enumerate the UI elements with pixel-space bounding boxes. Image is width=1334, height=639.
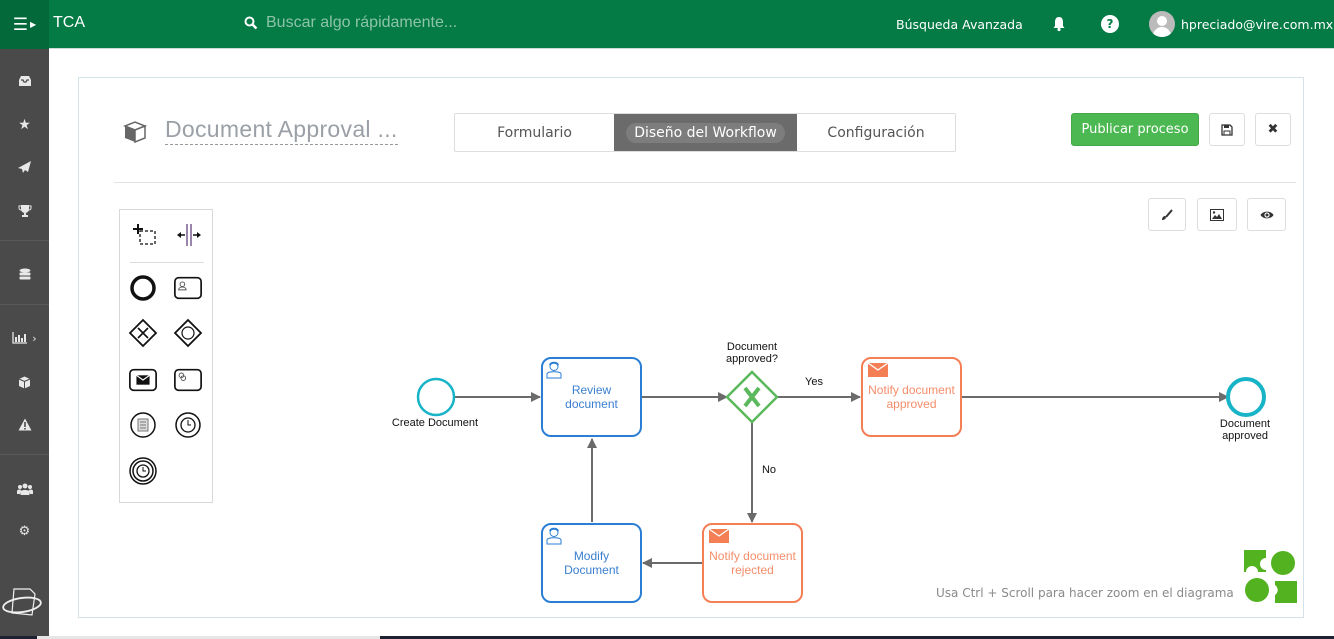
timer-event-icon [175, 412, 201, 438]
tab-configuracion[interactable]: Configuración [797, 114, 955, 151]
sidebar-item-users[interactable] [0, 474, 49, 504]
flow-no-label: No [761, 464, 777, 476]
database-icon [19, 268, 30, 280]
sidebar-item-alerts[interactable] [0, 409, 49, 439]
search-icon [244, 16, 258, 30]
sidebar-item-favorites[interactable]: ★ [0, 110, 49, 140]
sidebar-item-settings[interactable]: ⚙ [0, 516, 49, 546]
palette-user-task[interactable] [173, 273, 203, 303]
gear-icon: ⚙ [18, 523, 31, 539]
app-logo-icon [2, 588, 42, 616]
search-input[interactable] [266, 14, 566, 32]
process-tabs: Formulario Diseño del Workflow Configura… [454, 113, 956, 152]
sidebar: ★ › ⚙ [0, 49, 49, 639]
start-event[interactable] [416, 377, 456, 417]
top-bar: ☰▶ TCA Búsqueda Avanzada ? hpreciado@vir… [0, 0, 1334, 49]
avatar [1149, 11, 1175, 37]
palette-end-event[interactable] [128, 273, 158, 303]
flow-yes-label: Yes [805, 376, 823, 388]
end-event-label: Document approved [1219, 418, 1271, 442]
chevron-right-icon: › [32, 331, 37, 345]
save-icon [1221, 123, 1233, 136]
sidebar-item-achievements[interactable] [0, 196, 49, 226]
brush-button[interactable] [1148, 198, 1186, 231]
palette-conditional-event[interactable] [128, 410, 158, 440]
palette-service-task[interactable] [173, 365, 203, 395]
envelope-icon [868, 363, 888, 377]
conditional-event-icon [130, 412, 156, 438]
paper-plane-icon [17, 160, 31, 173]
space-tool-icon [177, 224, 201, 246]
end-event-icon [130, 275, 156, 301]
sidebar-item-reports[interactable]: › [0, 323, 49, 353]
palette-event-based-gateway[interactable] [173, 318, 203, 348]
tab-formulario[interactable]: Formulario [455, 114, 614, 151]
send-task-icon [129, 368, 157, 392]
brush-icon [1162, 208, 1173, 220]
process-title[interactable]: Document Approval ... [165, 116, 398, 145]
task-modify-document[interactable]: Modify Document [541, 523, 642, 603]
zoom-hint: Usa Ctrl + Scroll para hacer zoom en el … [936, 586, 1234, 600]
eye-icon [1260, 211, 1273, 218]
user-email: hpreciado@vire.com.mx [1181, 16, 1334, 32]
cube-icon [18, 376, 31, 388]
lasso-tool-icon [133, 224, 156, 245]
bar-chart-icon [12, 332, 28, 344]
cube-icon [123, 121, 147, 143]
palette-exclusive-gateway[interactable] [128, 318, 158, 348]
divider [114, 182, 1296, 183]
star-icon: ★ [18, 117, 31, 133]
caret-right-icon: ▶ [30, 20, 37, 29]
end-event[interactable] [1226, 377, 1266, 417]
palette-timer-boundary-event[interactable] [128, 456, 158, 486]
task-notify-approved[interactable]: Notify document approved [861, 357, 962, 437]
warning-icon [18, 418, 31, 430]
trophy-icon [18, 204, 31, 217]
workflow-editor-card [78, 77, 1304, 618]
preview-button[interactable] [1247, 198, 1286, 231]
task-review-document[interactable]: Review document [541, 357, 642, 437]
space-tool[interactable] [174, 220, 204, 250]
image-icon [1210, 208, 1224, 221]
palette-send-task[interactable] [128, 365, 158, 395]
user-task-icon [546, 361, 562, 379]
publish-process-button[interactable]: Publicar proceso [1071, 113, 1199, 146]
shape-palette [119, 209, 213, 503]
start-event-label: Create Document [391, 417, 479, 429]
sidebar-item-processes[interactable] [0, 367, 49, 397]
event-gateway-icon [173, 318, 203, 348]
task-notify-rejected[interactable]: Notify document rejected [702, 523, 803, 603]
user-task-icon [174, 276, 202, 300]
exclusive-gateway-icon [128, 318, 158, 348]
sidebar-item-inbox[interactable] [0, 66, 49, 96]
palette-timer-event[interactable] [173, 410, 203, 440]
user-task-icon [546, 527, 562, 545]
sidebar-item-database[interactable] [0, 260, 49, 290]
users-icon [16, 483, 33, 495]
envelope-icon [709, 529, 729, 543]
service-task-icon [174, 368, 202, 392]
gateway-label: Document approved? [726, 341, 778, 365]
lasso-tool[interactable] [129, 220, 159, 250]
export-image-button[interactable] [1197, 198, 1237, 231]
sidebar-item-sent[interactable] [0, 152, 49, 182]
brand-name: TCA [53, 14, 85, 31]
quick-search [244, 14, 566, 32]
advanced-search-link[interactable]: Búsqueda Avanzada [896, 17, 1023, 32]
close-icon: ✖ [1267, 122, 1279, 137]
inbox-icon [18, 76, 31, 86]
close-button[interactable]: ✖ [1255, 113, 1291, 146]
user-menu[interactable]: hpreciado@vire.com.mx [1149, 11, 1333, 37]
help-icon[interactable]: ? [1101, 15, 1119, 33]
tab-workflow-design[interactable]: Diseño del Workflow [614, 114, 797, 151]
timer-boundary-event-icon [129, 457, 157, 485]
menu-icon: ☰ [12, 14, 29, 35]
workflow-engine-logo-icon [1244, 550, 1297, 603]
menu-toggle-button[interactable]: ☰ ▶ [0, 0, 49, 49]
save-button[interactable] [1209, 113, 1245, 146]
bell-icon[interactable] [1052, 16, 1066, 32]
